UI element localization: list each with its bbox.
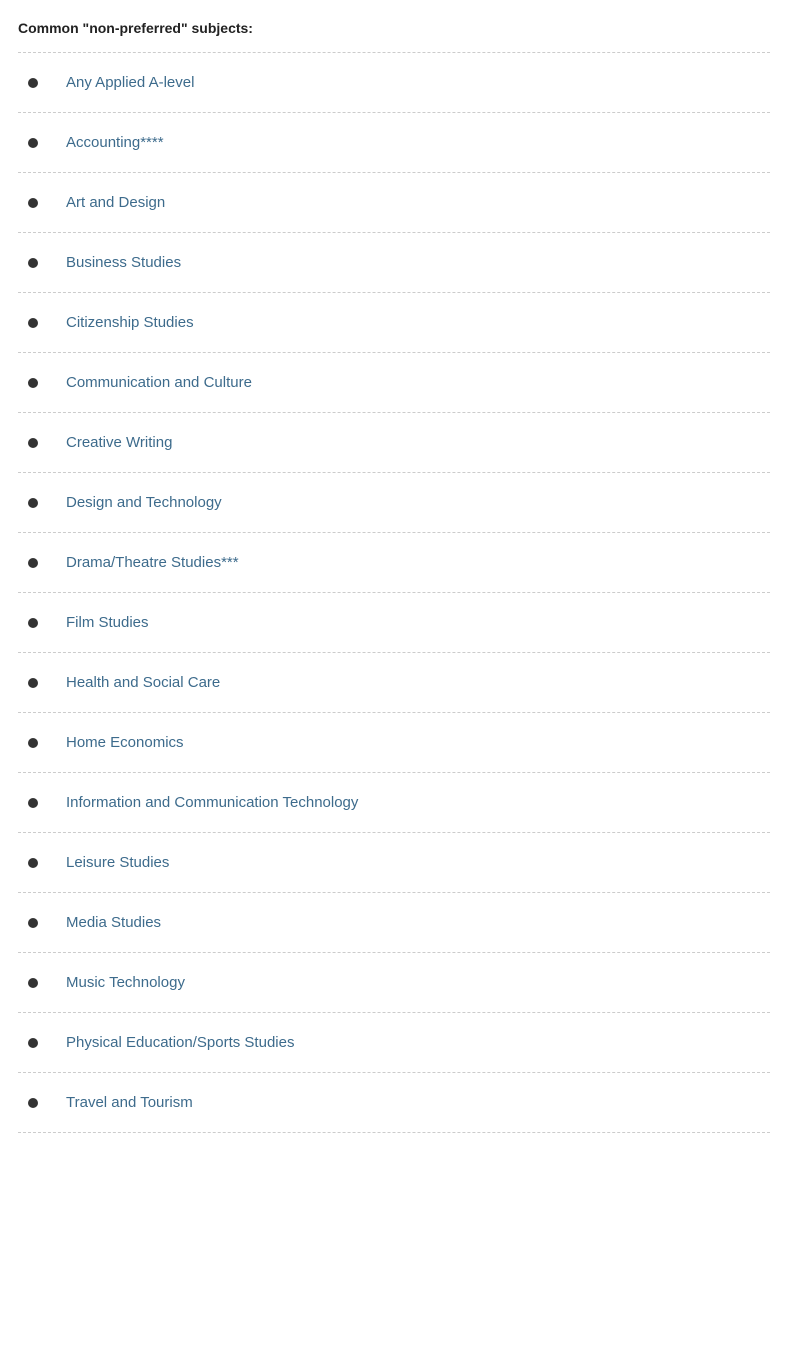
section-title: Common "non-preferred" subjects:: [18, 20, 770, 36]
bullet-icon: [28, 678, 38, 688]
list-item: Information and Communication Technology: [18, 773, 770, 833]
bullet-icon: [28, 858, 38, 868]
bullet-icon: [28, 318, 38, 328]
list-item: Business Studies: [18, 233, 770, 293]
list-item: Home Economics: [18, 713, 770, 773]
bullet-icon: [28, 138, 38, 148]
bullet-icon: [28, 198, 38, 208]
bullet-icon: [28, 378, 38, 388]
list-item: Drama/Theatre Studies***: [18, 533, 770, 593]
list-item: Media Studies: [18, 893, 770, 953]
subject-label: Business Studies: [66, 252, 181, 273]
bullet-icon: [28, 1038, 38, 1048]
bullet-icon: [28, 1098, 38, 1108]
subject-label: Music Technology: [66, 972, 185, 993]
subject-label: Communication and Culture: [66, 372, 252, 393]
subject-label: Health and Social Care: [66, 672, 220, 693]
list-item: Music Technology: [18, 953, 770, 1013]
list-item: Leisure Studies: [18, 833, 770, 893]
list-item: Design and Technology: [18, 473, 770, 533]
list-item: Film Studies: [18, 593, 770, 653]
bullet-icon: [28, 558, 38, 568]
list-item: Creative Writing: [18, 413, 770, 473]
bullet-icon: [28, 738, 38, 748]
bullet-icon: [28, 438, 38, 448]
list-item: Communication and Culture: [18, 353, 770, 413]
subject-label: Physical Education/Sports Studies: [66, 1032, 294, 1053]
subject-label: Media Studies: [66, 912, 161, 933]
subject-label: Home Economics: [66, 732, 184, 753]
bullet-icon: [28, 258, 38, 268]
subject-label: Drama/Theatre Studies***: [66, 552, 239, 573]
list-item: Physical Education/Sports Studies: [18, 1013, 770, 1073]
subject-label: Design and Technology: [66, 492, 222, 513]
subject-label: Information and Communication Technology: [66, 792, 358, 813]
list-item: Art and Design: [18, 173, 770, 233]
subject-label: Film Studies: [66, 612, 149, 633]
list-item: Accounting****: [18, 113, 770, 173]
subject-label: Creative Writing: [66, 432, 172, 453]
subject-label: Art and Design: [66, 192, 165, 213]
subject-label: Accounting****: [66, 132, 164, 153]
list-item: Travel and Tourism: [18, 1073, 770, 1133]
bullet-icon: [28, 918, 38, 928]
list-item: Citizenship Studies: [18, 293, 770, 353]
list-item: Any Applied A-level: [18, 53, 770, 113]
subject-label: Citizenship Studies: [66, 312, 194, 333]
bullet-icon: [28, 798, 38, 808]
subject-label: Travel and Tourism: [66, 1092, 193, 1113]
bullet-icon: [28, 978, 38, 988]
subjects-list: Any Applied A-level Accounting**** Art and…: [18, 52, 770, 1133]
subject-label: Leisure Studies: [66, 852, 169, 873]
subject-label: Any Applied A-level: [66, 72, 194, 93]
bullet-icon: [28, 78, 38, 88]
bullet-icon: [28, 618, 38, 628]
bullet-icon: [28, 498, 38, 508]
list-item: Health and Social Care: [18, 653, 770, 713]
